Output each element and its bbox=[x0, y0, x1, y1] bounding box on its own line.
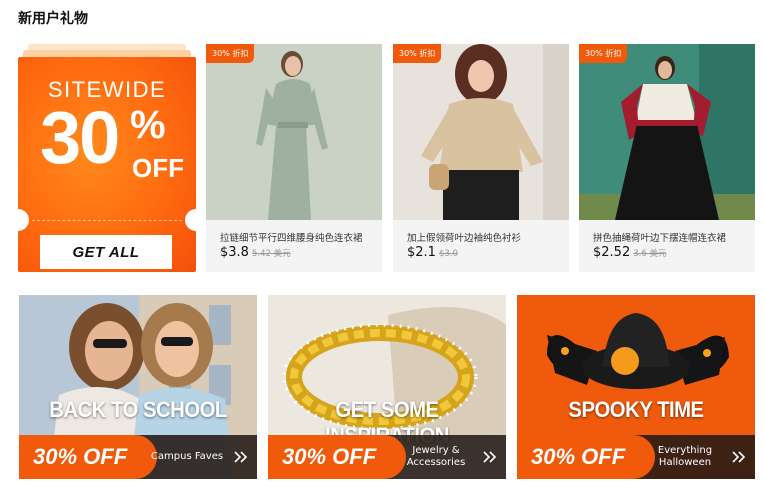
price-original: $3.0 bbox=[438, 249, 458, 259]
product-name[interactable]: 拉链细节平行四维腰身纯色连衣裙 bbox=[220, 230, 370, 244]
get-all-button[interactable]: GET ALL bbox=[40, 235, 172, 269]
product-image[interactable] bbox=[206, 44, 382, 220]
discount-badge: 30% 折扣 bbox=[393, 44, 442, 63]
promo-category-link[interactable]: Campus Faves bbox=[143, 435, 231, 479]
coupon-number: 30 bbox=[40, 96, 120, 179]
promo-discount: 30% OFF bbox=[268, 435, 406, 479]
chevron-double-right-icon[interactable] bbox=[233, 448, 249, 466]
coupon-off-label: OFF bbox=[132, 153, 184, 183]
promo-banner-inspiration[interactable]: GET SOME INSPIRATION 30% OFF Jewelry & A… bbox=[268, 295, 506, 479]
promo-category-link[interactable]: Everything Halloween bbox=[641, 435, 729, 479]
discount-badge: 30% 折扣 bbox=[579, 44, 628, 63]
promo-banner-back-to-school[interactable]: BACK TO SCHOOL 30% OFF Campus Faves bbox=[19, 295, 257, 479]
promo-category-link[interactable]: Jewelry & Accessories bbox=[392, 435, 480, 479]
product-image[interactable] bbox=[393, 44, 569, 220]
chevron-double-right-icon[interactable] bbox=[482, 448, 498, 466]
discount-badge: 30% 折扣 bbox=[206, 44, 255, 63]
product-card[interactable]: 30% 折扣 加上假领荷叶边袖纯色衬衫 $2.1 $3.0 bbox=[393, 44, 569, 272]
product-image[interactable] bbox=[579, 44, 755, 220]
product-card[interactable]: 30% 折扣 拉链细节平行四维腰身纯色连衣裙 $3.8 5.42 美元 bbox=[206, 44, 382, 272]
price-current: $3.8 bbox=[220, 245, 249, 260]
price-current: $2.52 bbox=[593, 245, 631, 260]
promo-banner-halloween[interactable]: SPOOKY TIME 30% OFF Everything Halloween bbox=[517, 295, 755, 479]
coupon-percent: % bbox=[130, 103, 166, 147]
product-price: $2.1 $3.0 bbox=[407, 245, 458, 260]
promo-headline: SPOOKY TIME bbox=[568, 397, 704, 422]
product-name[interactable]: 加上假领荷叶边袖纯色衬衫 bbox=[407, 230, 557, 244]
coupon-card: SITEWIDE 30 % OFF GET ALL bbox=[18, 57, 196, 272]
chevron-double-right-icon[interactable] bbox=[731, 448, 747, 466]
promo-discount: 30% OFF bbox=[517, 435, 655, 479]
product-card[interactable]: 30% 折扣 拼色抽绳荷叶边下摆连帽连衣裙 $2.52 3.6 美元 bbox=[579, 44, 755, 272]
section-title: 新用户礼物 bbox=[18, 11, 88, 27]
coupon-divider bbox=[32, 220, 182, 221]
promo-headline: BACK TO SCHOOL bbox=[49, 397, 227, 422]
price-original: 3.6 美元 bbox=[633, 249, 667, 259]
price-original: 5.42 美元 bbox=[251, 249, 291, 259]
product-name[interactable]: 拼色抽绳荷叶边下摆连帽连衣裙 bbox=[593, 230, 743, 244]
promo-discount: 30% OFF bbox=[19, 435, 157, 479]
price-current: $2.1 bbox=[407, 245, 436, 260]
coupon-notch-right bbox=[185, 209, 196, 231]
sitewide-coupon[interactable]: SITEWIDE 30 % OFF GET ALL bbox=[18, 44, 196, 274]
product-price: $3.8 5.42 美元 bbox=[220, 245, 291, 260]
coupon-notch-left bbox=[18, 209, 29, 231]
product-price: $2.52 3.6 美元 bbox=[593, 245, 666, 260]
